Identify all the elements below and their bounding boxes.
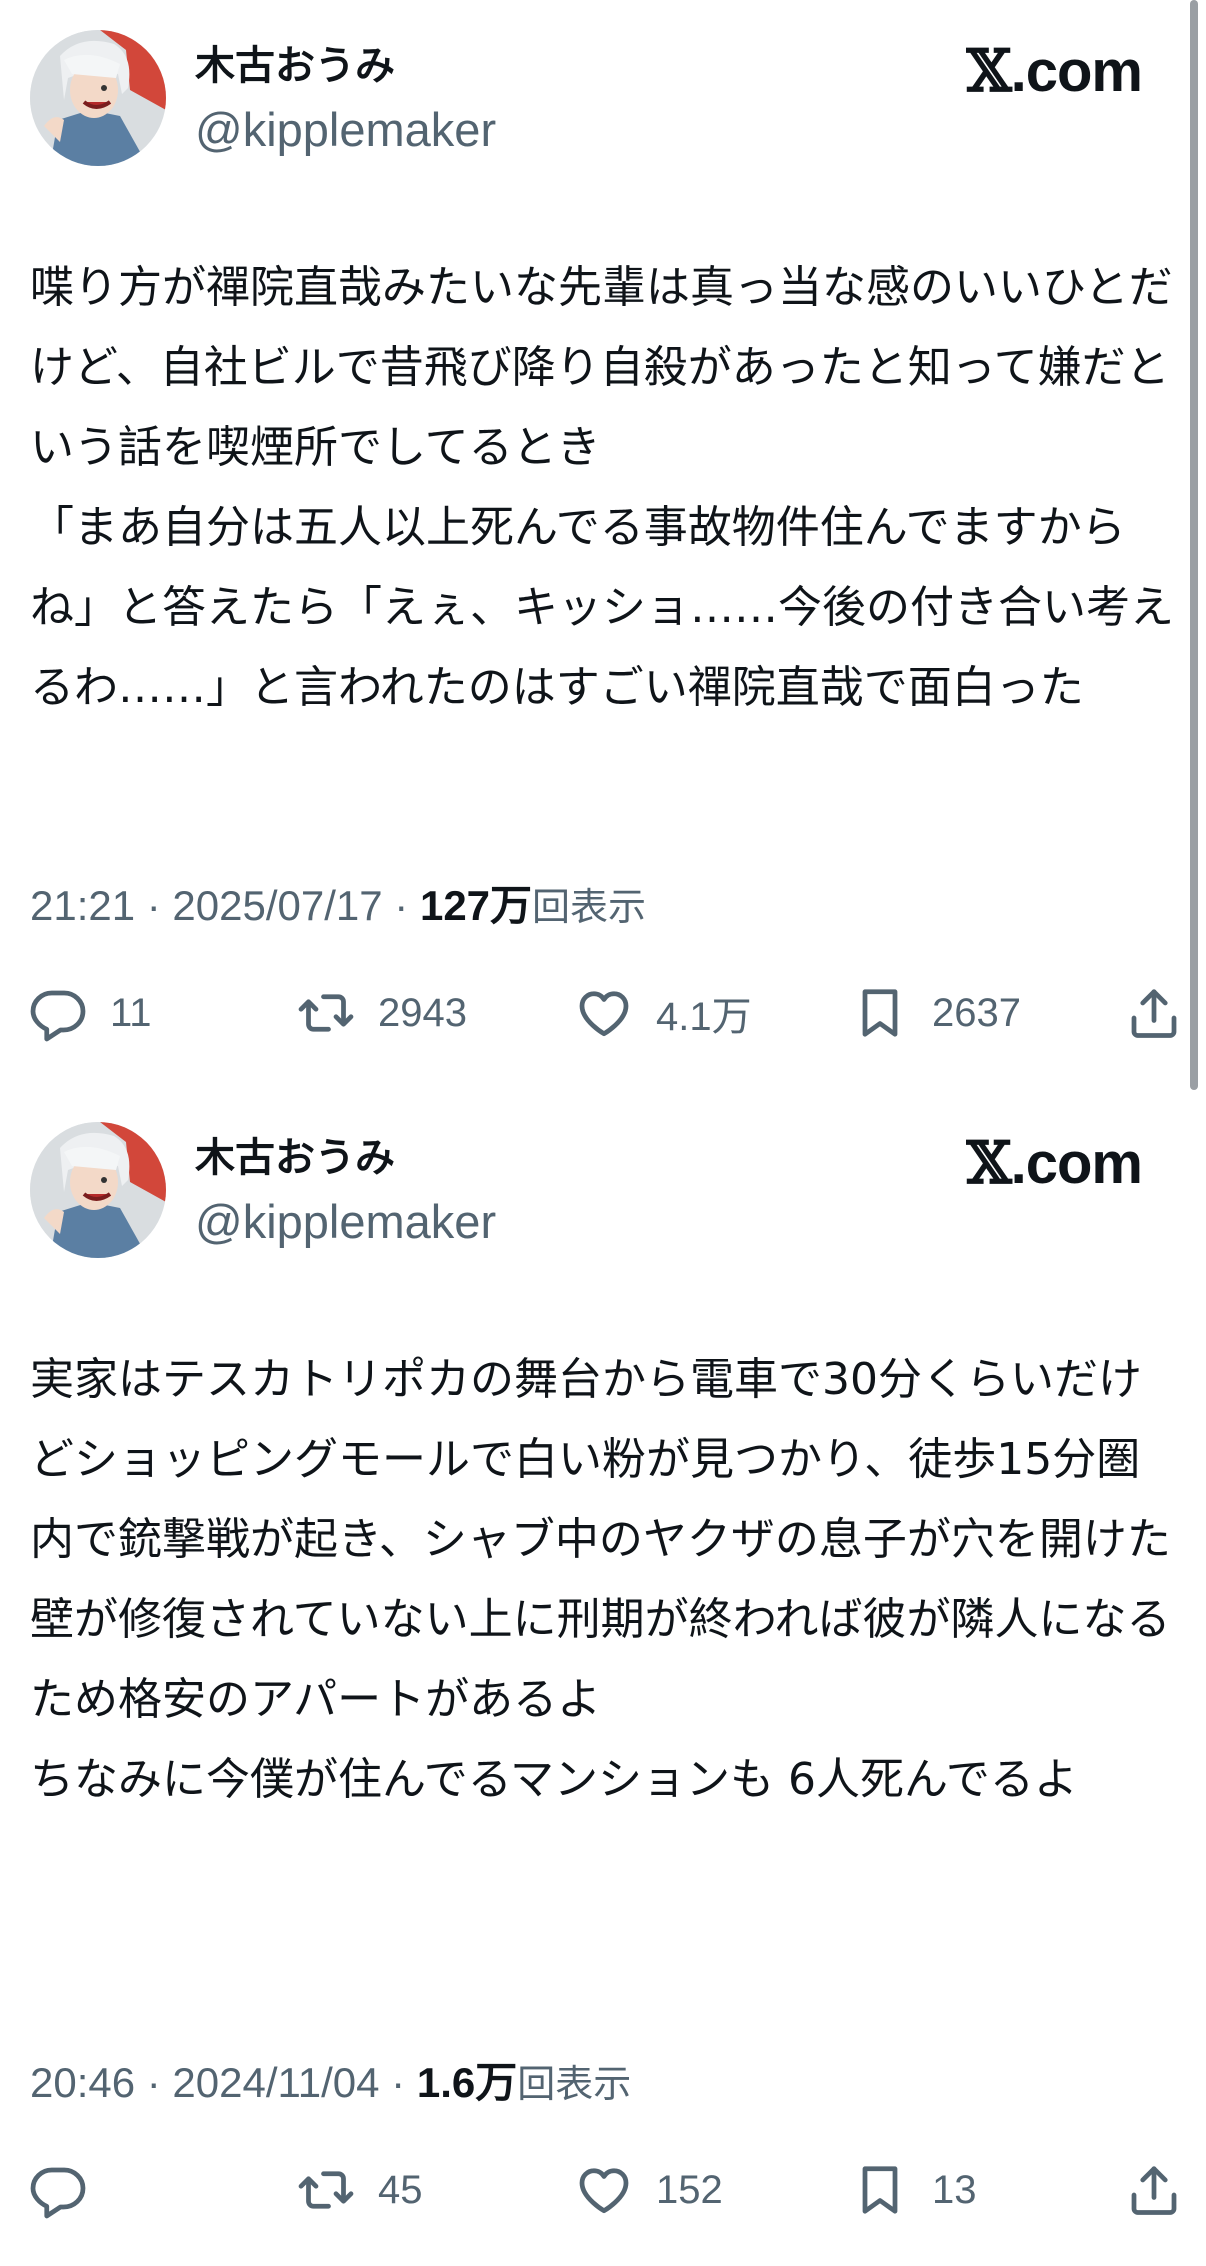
share-button[interactable] (1124, 978, 1184, 1048)
reply-icon (30, 990, 86, 1042)
views-label: 回表示 (517, 2062, 632, 2106)
action-bar: 11 2943 4.1万 2637 (0, 978, 1206, 1048)
avatar[interactable] (30, 1122, 166, 1258)
x-logo-icon: 𝕏 (966, 37, 1012, 105)
reply-button[interactable] (28, 2155, 110, 2225)
user-handle[interactable]: @kipplemaker (195, 1196, 496, 1248)
share-icon (1131, 2166, 1177, 2215)
user-handle[interactable]: @kipplemaker (195, 104, 496, 156)
repost-icon (298, 2171, 354, 2209)
bookmark-button[interactable]: 13 (850, 2155, 977, 2225)
like-button[interactable]: 152 (574, 2155, 723, 2225)
like-count: 152 (656, 2167, 723, 2212)
bookmark-icon (862, 2166, 898, 2214)
reply-count: 11 (110, 990, 152, 1035)
repost-button[interactable]: 2943 (296, 978, 467, 1048)
avatar[interactable] (30, 30, 166, 166)
display-name[interactable]: 木古おうみ (195, 1134, 395, 1182)
heart-icon (579, 2168, 629, 2214)
bookmark-count: 2637 (932, 990, 1021, 1035)
repost-count: 45 (378, 2167, 423, 2212)
views-count: 127万 (419, 882, 533, 929)
tweet-text: 喋り方が禪院直哉みたいな先輩は真っ当な感のいいひとだけど、自社ビルで昔飛び降り自… (30, 262, 1174, 713)
like-count: 4.1万 (656, 995, 752, 1039)
x-logo-icon: 𝕏 (966, 1129, 1012, 1197)
tweet-meta: 21:21 · 2025/07/17 · 127万回表示 (30, 880, 646, 933)
reply-icon (30, 2167, 86, 2219)
views-count: 1.6万 (416, 2059, 518, 2106)
share-button[interactable] (1124, 2155, 1184, 2225)
display-name[interactable]: 木古おうみ (195, 42, 395, 90)
repost-count: 2943 (378, 990, 467, 1035)
avatar-illustration (30, 30, 166, 166)
share-icon (1131, 989, 1177, 1038)
tweet-meta: 20:46 · 2024/11/04 · 1.6万回表示 (30, 2057, 631, 2110)
brand-domain: .com (1010, 39, 1143, 104)
timestamp[interactable]: 20:46 · 2024/11/04 · (30, 2059, 417, 2106)
brand-domain: .com (1010, 1131, 1143, 1196)
bookmark-icon (862, 989, 898, 1037)
avatar-illustration (30, 1122, 166, 1258)
timestamp[interactable]: 21:21 · 2025/07/17 · (30, 882, 420, 929)
x-com-brand: 𝕏.com (966, 36, 1143, 107)
reply-button[interactable]: 11 (28, 978, 152, 1048)
heart-icon (579, 991, 629, 1037)
like-button[interactable]: 4.1万 (574, 978, 752, 1048)
tweet-text: 実家はテスカトリポカの舞台から電車で30分くらいだけどショッピングモールで白い粉… (30, 1354, 1171, 1805)
bookmark-button[interactable]: 2637 (850, 978, 1021, 1048)
views-label: 回表示 (532, 885, 647, 929)
scrollbar[interactable] (1190, 0, 1198, 1090)
bookmark-count: 13 (932, 2167, 977, 2212)
repost-button[interactable]: 45 (296, 2155, 423, 2225)
x-com-brand: 𝕏.com (966, 1128, 1143, 1199)
action-bar: 45 152 13 (0, 2155, 1206, 2225)
repost-icon (298, 994, 354, 1032)
